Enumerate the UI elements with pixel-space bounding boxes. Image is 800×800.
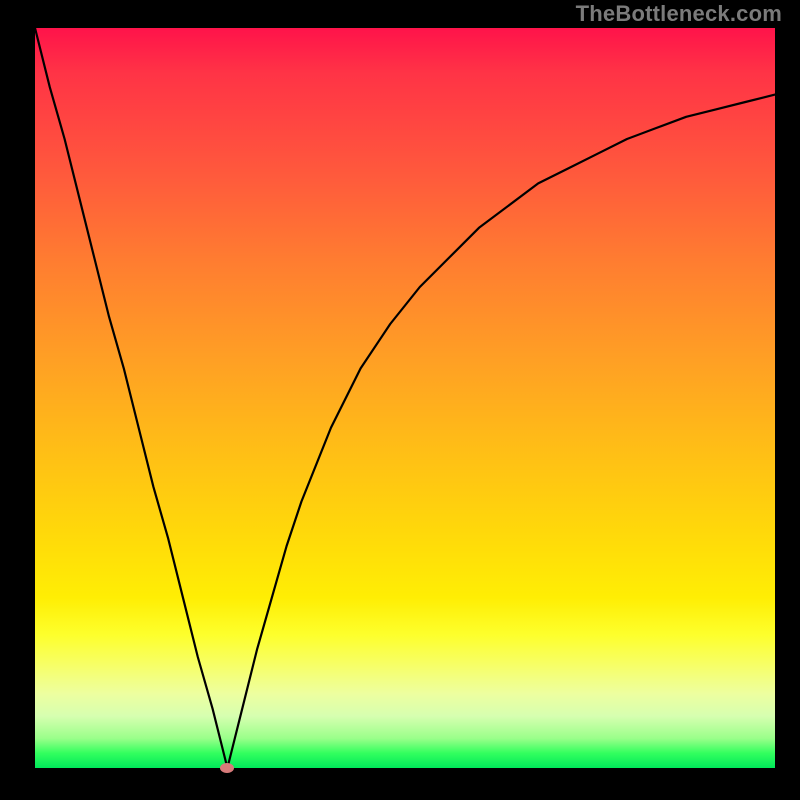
bottleneck-curve-path: [35, 28, 775, 768]
chart-frame: TheBottleneck.com: [0, 0, 800, 800]
curve-svg: [35, 28, 775, 768]
watermark-text: TheBottleneck.com: [576, 1, 782, 27]
plot-area: [35, 28, 775, 768]
minimum-marker: [220, 763, 234, 773]
